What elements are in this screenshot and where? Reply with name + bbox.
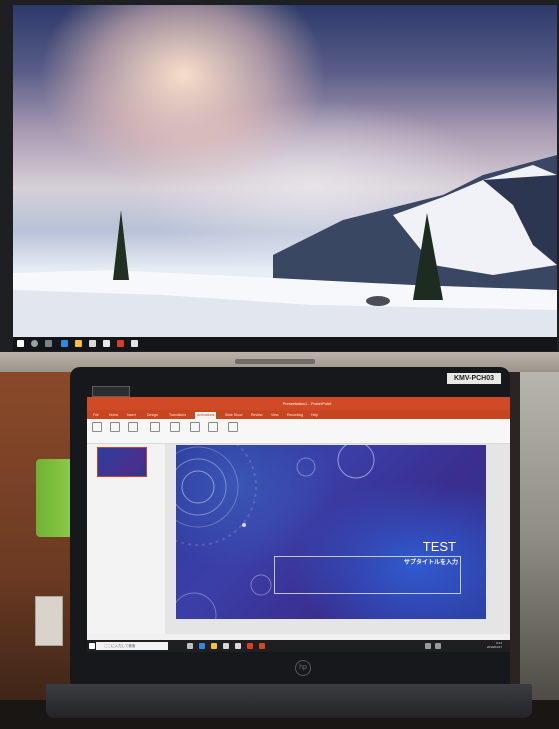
tab-file[interactable]: File [91, 412, 101, 419]
folder-icon[interactable] [211, 643, 217, 649]
windows-taskbar: ここに入力して検索 9:14 2019/04/17 [87, 640, 510, 652]
tab-home[interactable]: Home [107, 412, 120, 419]
tab-animations[interactable]: Animations [195, 412, 217, 419]
tab-slide-show[interactable]: Slide Show [223, 412, 245, 419]
laptop-sticker-left [92, 386, 130, 397]
tab-design[interactable]: Design [145, 412, 160, 419]
slide-thumbnail-pane [87, 444, 166, 634]
volume-icon[interactable] [435, 643, 441, 649]
ribbon-button[interactable] [169, 422, 181, 436]
trigger-icon [190, 422, 200, 432]
add-animation-icon [150, 422, 160, 432]
ribbon-button[interactable] [189, 422, 201, 436]
slide-subtitle[interactable]: サブタイトルを入力 [404, 557, 458, 566]
preview-icon [92, 422, 102, 432]
desktop-wallpaper [13, 5, 557, 337]
taskbar-clock[interactable]: 9:14 2019/04/17 [487, 641, 502, 649]
powerpoint-titlebar: Presentation1 - PowerPoint [87, 397, 510, 410]
animation-painter-icon [208, 422, 218, 432]
animation-icon [110, 422, 120, 432]
window-title: Presentation1 - PowerPoint [282, 401, 332, 406]
start-icon[interactable] [89, 643, 95, 649]
asset-sticker: KMV-PCH03 [447, 373, 501, 384]
task-view-icon[interactable] [187, 643, 193, 649]
animation-pane-icon [170, 422, 180, 432]
edge-icon[interactable] [199, 643, 205, 649]
green-device [36, 459, 74, 537]
tab-review[interactable]: Review [249, 412, 264, 419]
taskbar-search-box[interactable]: ここに入力して検索 [96, 642, 168, 650]
external-taskbar [13, 337, 557, 351]
laptop-screen: Presentation1 - PowerPoint File Home Ins… [87, 397, 510, 652]
edge-icon[interactable] [61, 340, 68, 347]
network-icon[interactable] [425, 643, 431, 649]
folder-icon[interactable] [75, 340, 82, 347]
mail-icon[interactable] [103, 340, 110, 347]
slide-editing-area: TEST サブタイトルを入力 [165, 444, 510, 634]
tab-recording[interactable]: Recording [285, 412, 305, 419]
office-icon[interactable] [247, 643, 253, 649]
ribbon-button[interactable] [127, 422, 139, 436]
laptop-base [46, 684, 532, 718]
slide-title[interactable]: TEST [423, 539, 456, 554]
store-icon[interactable] [89, 340, 96, 347]
start-icon [228, 422, 238, 432]
powerpoint-icon[interactable] [131, 340, 138, 347]
task-view-icon[interactable] [45, 340, 52, 347]
slide-thumbnail-1[interactable] [97, 447, 147, 477]
ribbon-button[interactable] [91, 422, 103, 436]
external-monitor [0, 0, 559, 352]
monitor-brand-logo [235, 359, 315, 364]
tab-help[interactable]: Help [309, 412, 320, 419]
wall-right [520, 372, 559, 712]
ribbon-button[interactable] [227, 422, 239, 436]
powerpoint-icon[interactable] [259, 643, 265, 649]
wall-outlet [35, 596, 63, 646]
ribbon-button[interactable] [109, 422, 121, 436]
ribbon-button[interactable] [207, 422, 219, 436]
tab-insert[interactable]: Insert [125, 412, 138, 419]
store-icon[interactable] [223, 643, 229, 649]
mountain-landscape [13, 155, 557, 337]
windows-icon[interactable] [17, 340, 24, 347]
tab-transitions[interactable]: Transitions [167, 412, 188, 419]
slide-canvas[interactable]: TEST サブタイトルを入力 [176, 445, 486, 619]
effect-options-icon [128, 422, 138, 432]
clock-date: 2019/04/17 [486, 645, 502, 649]
ribbon-tabs: File Home Insert Design Transitions Anim… [87, 410, 510, 419]
pine-tree-left [113, 210, 129, 280]
hp-logo: hp [295, 660, 311, 676]
office-icon[interactable] [117, 340, 124, 347]
mail-icon[interactable] [235, 643, 241, 649]
tab-view[interactable]: View [269, 412, 281, 419]
ribbon-button[interactable] [149, 422, 161, 436]
search-icon[interactable] [31, 340, 38, 347]
ribbon-panel [87, 419, 510, 444]
